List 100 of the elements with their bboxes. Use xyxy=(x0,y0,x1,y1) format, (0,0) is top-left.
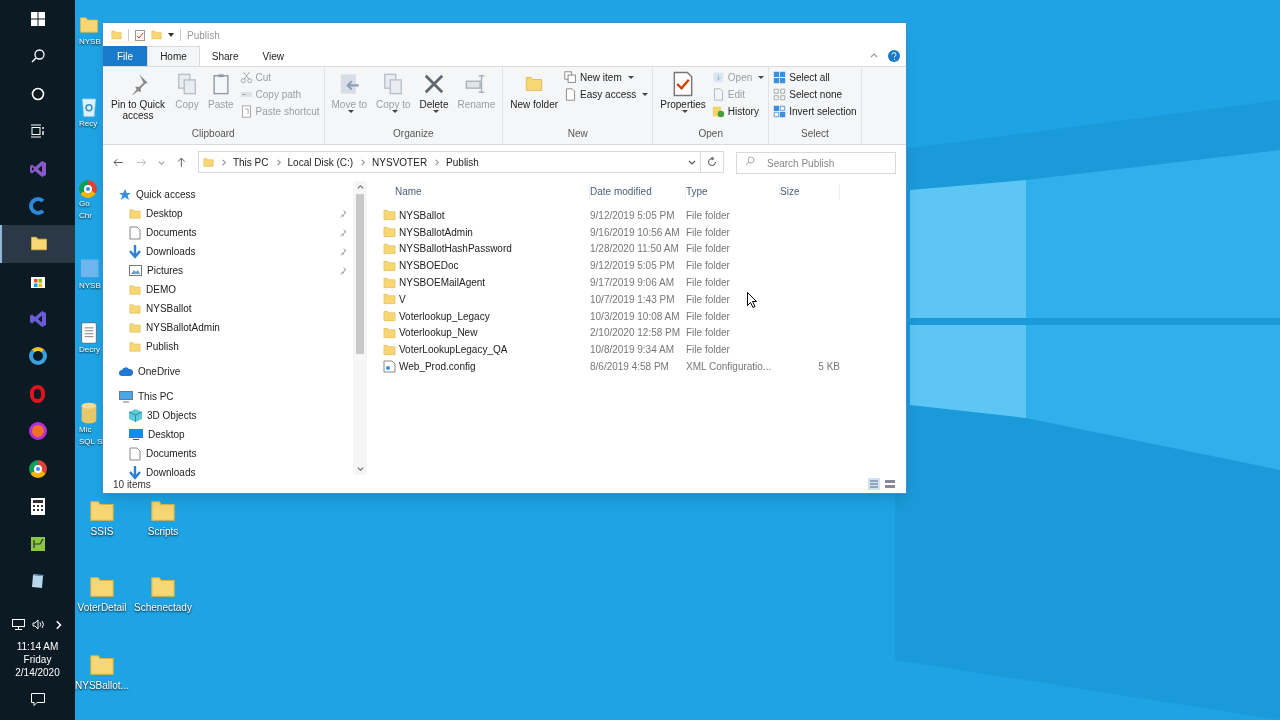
nav-item[interactable]: NYSBallotAdmin xyxy=(119,318,353,337)
clock-day[interactable]: Friday xyxy=(23,653,52,666)
file-name[interactable]: NYSBOEMailAgent xyxy=(381,275,590,291)
checkmark-icon[interactable] xyxy=(135,29,145,41)
document-icon xyxy=(564,88,578,101)
help-icon[interactable] xyxy=(888,50,900,62)
file-name[interactable]: NYSBOEDoc xyxy=(381,258,590,274)
grid-icon xyxy=(773,105,787,118)
ribbon-button[interactable]: New folder xyxy=(507,67,562,110)
folder-icon xyxy=(383,242,396,256)
nav-item[interactable]: 3D Objects xyxy=(119,406,353,425)
group-label: Select xyxy=(800,127,830,141)
ribbon-button[interactable]: Select all xyxy=(773,71,857,84)
scroll-up-icon[interactable] xyxy=(356,184,364,191)
speaker-icon[interactable] xyxy=(32,619,46,630)
file-name[interactable]: V xyxy=(381,291,590,307)
open-icon xyxy=(711,71,725,84)
notification-icon[interactable] xyxy=(30,693,45,706)
file-name[interactable]: NYSBallot xyxy=(381,207,590,223)
ribbon-button[interactable]: Properties xyxy=(657,67,709,113)
calculator-icon xyxy=(30,497,45,515)
status-text: 10 items xyxy=(113,477,151,492)
recent-icon[interactable] xyxy=(158,158,166,166)
ribbon-button[interactable]: Select none xyxy=(773,88,857,101)
type-cell: File folder xyxy=(686,209,730,221)
clock-date[interactable]: 2/14/2020 xyxy=(15,666,60,679)
group-label: Open xyxy=(697,127,724,141)
ribbon-button[interactable]: Invert selection xyxy=(773,105,857,118)
folder-icon xyxy=(151,29,162,41)
folder-icon xyxy=(129,301,141,316)
breadcrumb[interactable]: This PC xyxy=(232,154,269,170)
pin-icon xyxy=(338,209,347,218)
folder-icon xyxy=(383,275,396,290)
folder-icon xyxy=(383,309,396,324)
ribbon-tab[interactable]: Home xyxy=(147,46,200,66)
scissors-icon xyxy=(239,71,253,84)
file-name[interactable]: Voterlookup_Legacy xyxy=(381,308,590,324)
file-name-text: Web_Prod.config xyxy=(399,360,476,375)
file-name-text: Voterlookup_New xyxy=(399,326,478,341)
breadcrumb[interactable]: Local Disk (C:) xyxy=(287,154,354,170)
nav-item[interactable]: OneDrive xyxy=(119,362,353,381)
nav-item[interactable]: Pictures xyxy=(119,261,353,280)
nav-item[interactable]: Quick access xyxy=(119,185,353,204)
collapse-icon[interactable] xyxy=(870,52,878,60)
nav-item[interactable]: Documents xyxy=(119,444,353,463)
ribbon-button[interactable]: Pin to Quick access xyxy=(107,67,169,121)
nav-item[interactable]: This PC xyxy=(119,387,353,406)
ribbon-button[interactable]: Easy access xyxy=(564,88,649,101)
ribbon-tab[interactable]: Share xyxy=(199,46,251,66)
ribbon-button[interactable]: Delete xyxy=(416,67,452,113)
column-header[interactable]: Type xyxy=(686,183,780,199)
nav-item[interactable]: Desktop xyxy=(119,204,353,223)
file-name[interactable]: NYSBallotAdmin xyxy=(381,224,590,240)
properties-icon xyxy=(671,71,695,97)
column-header[interactable]: Date modified xyxy=(590,183,686,199)
nav-item[interactable]: Publish xyxy=(119,337,353,356)
cloud-icon xyxy=(119,367,133,376)
refresh-icon[interactable] xyxy=(706,157,717,167)
folder-icon xyxy=(202,155,214,169)
tiles-view-icon[interactable] xyxy=(884,478,896,490)
file-name[interactable]: Voterlookup_New xyxy=(381,325,590,341)
ribbon-button[interactable]: History xyxy=(711,105,765,118)
folder-icon xyxy=(129,339,141,354)
file-name[interactable]: Web_Prod.config xyxy=(381,359,590,375)
date-cell-text: 8/6/2019 4:58 PM xyxy=(590,360,670,375)
file-name[interactable]: VoterLookupLegacy_QA xyxy=(381,342,590,358)
back-icon[interactable] xyxy=(113,157,124,167)
circle-icon xyxy=(30,86,45,101)
ribbon-button[interactable]: New item xyxy=(564,71,649,84)
folder-icon xyxy=(383,208,396,223)
nav-item[interactable]: Downloads xyxy=(119,242,353,261)
scrollbar[interactable] xyxy=(353,181,367,475)
new-item-icon xyxy=(564,71,578,84)
file-name[interactable]: NYSBallotHashPassword xyxy=(381,241,590,257)
type-cell: XML Configuratio... xyxy=(686,361,772,373)
column-header[interactable]: Name xyxy=(381,183,590,199)
breadcrumb[interactable]: Publish xyxy=(446,154,479,170)
column-header[interactable]: Size xyxy=(780,183,840,199)
ribbon-tab[interactable]: View xyxy=(250,46,296,66)
file-name-text: NYSBOEMailAgent xyxy=(399,276,486,291)
nav-item[interactable]: NYSBallot xyxy=(119,299,353,318)
nav-item[interactable]: DEMO xyxy=(119,280,353,299)
chevron-icon[interactable] xyxy=(53,619,63,630)
scroll-down-icon[interactable] xyxy=(356,465,364,472)
nav-item[interactable]: Desktop xyxy=(119,425,353,444)
dropdown-icon[interactable] xyxy=(687,158,696,166)
clock-time[interactable]: 11:14 AM xyxy=(16,640,59,653)
ribbon-tab[interactable]: File xyxy=(103,46,148,66)
network-icon[interactable] xyxy=(12,619,25,630)
nav-item[interactable]: Documents xyxy=(119,223,353,242)
picture-icon xyxy=(129,265,142,276)
up-icon[interactable] xyxy=(177,156,186,168)
chrome-icon xyxy=(79,180,97,198)
taskbar-button[interactable] xyxy=(0,225,75,263)
breadcrumb[interactable]: NYSVOTER xyxy=(372,154,428,170)
address-bar[interactable]: This PC Local Disk (C:) NYSVOTER Publish xyxy=(197,151,701,173)
caret-icon[interactable] xyxy=(168,33,174,37)
search-field[interactable]: Search Publish xyxy=(736,152,896,175)
file-name-text: VoterLookupLegacy_QA xyxy=(399,343,508,358)
folder-icon xyxy=(383,342,396,357)
